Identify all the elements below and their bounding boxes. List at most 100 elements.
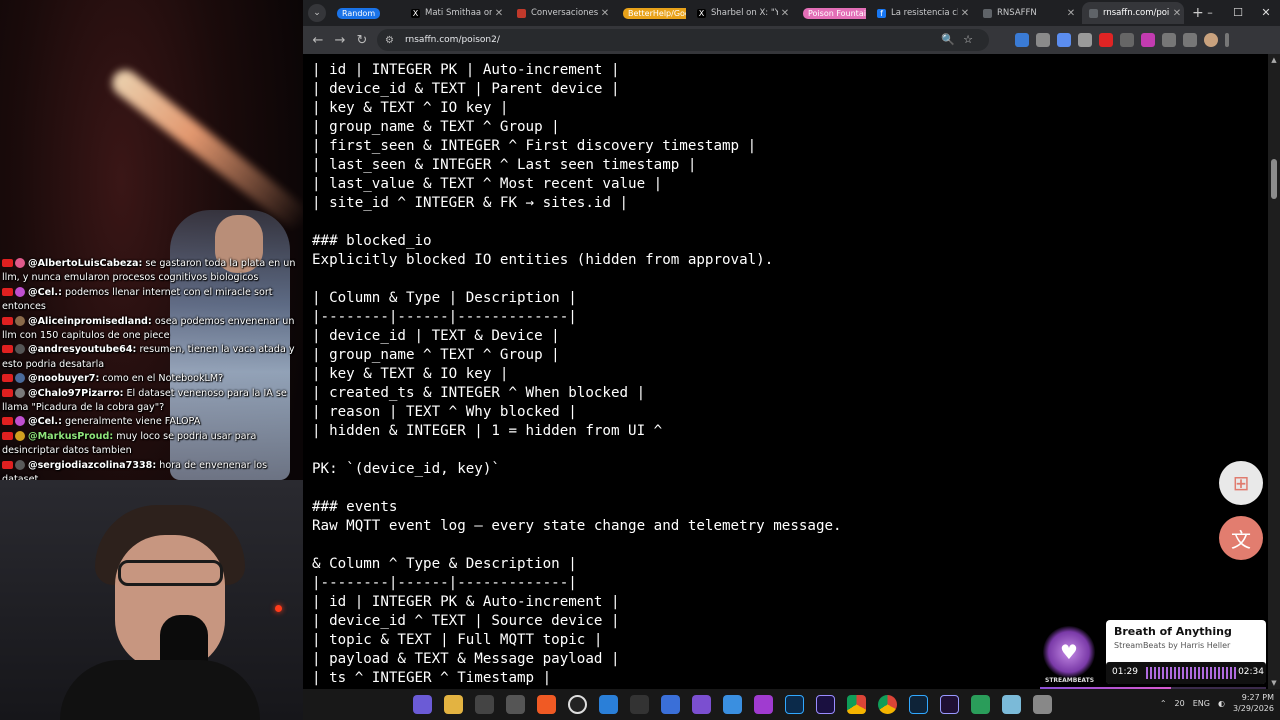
- brave-icon[interactable]: [537, 695, 556, 714]
- text-line: |--------|------|-------------|: [312, 575, 577, 591]
- forward-arrow-icon[interactable]: →: [329, 33, 351, 48]
- close-tab-icon[interactable]: ✕: [598, 8, 612, 19]
- avatar: [15, 430, 25, 441]
- tab-4[interactable]: X Sharbel on X: "Y ✕: [690, 2, 792, 24]
- globe-icon: [983, 8, 992, 18]
- page-content: | id | INTEGER PK | Auto-increment | | de…: [303, 54, 1280, 689]
- back-arrow-icon[interactable]: ←: [307, 33, 329, 48]
- chat-username: @AlbertoLuisCabeza:: [28, 258, 143, 269]
- chat-message: @Aliceinpromisedland: osea podemos enven…: [0, 315, 303, 344]
- chrome-icon[interactable]: [878, 695, 897, 714]
- tab-0[interactable]: Random: [330, 2, 400, 24]
- chat-text: generalmente viene FALOPA: [64, 416, 201, 428]
- chat-username: @MarkusProud:: [28, 430, 114, 442]
- close-tab-icon[interactable]: ✕: [958, 8, 972, 19]
- text-line: [312, 213, 1272, 232]
- sidepanel-icon[interactable]: [1183, 33, 1197, 47]
- tab-6[interactable]: f La resistencia cl ✕: [870, 2, 972, 24]
- close-tab-icon[interactable]: ✕: [1064, 8, 1078, 19]
- app-icon[interactable]: [723, 695, 742, 714]
- scroll-down-icon[interactable]: ▼: [1270, 679, 1278, 687]
- photoshop-icon[interactable]: [785, 695, 804, 714]
- avatar: [15, 344, 25, 355]
- tab-1[interactable]: X Mati Smithaa on ✕: [404, 2, 506, 24]
- premiere-icon[interactable]: [940, 695, 959, 714]
- chat-message: @AlbertoLuisCabeza: se gastaron toda la …: [0, 257, 303, 286]
- app-icon[interactable]: [754, 695, 773, 714]
- tab-group-label[interactable]: Poison Fountain: [803, 7, 866, 19]
- tab-5[interactable]: Poison Fountain: [796, 2, 866, 24]
- bookmark-star-icon[interactable]: ☆: [963, 33, 981, 46]
- youtube-icon: [2, 388, 13, 397]
- file-explorer-icon[interactable]: [444, 695, 463, 714]
- puzzle-icon[interactable]: [1162, 33, 1176, 47]
- text-line: | group_name ^ TEXT ^ Group |: [312, 347, 560, 363]
- app-icon[interactable]: [661, 695, 680, 714]
- text-line: Explicitly blocked IO entities (hidden f…: [312, 252, 774, 268]
- chrome-icon[interactable]: [847, 695, 866, 714]
- extension-icon[interactable]: [1015, 33, 1029, 47]
- song-artist: StreamBeats by Harris Heller: [1114, 641, 1231, 650]
- extension-icon[interactable]: [1057, 33, 1071, 47]
- menu-dots-icon[interactable]: [1225, 33, 1229, 47]
- app-icon[interactable]: [630, 695, 649, 714]
- lightroom-icon[interactable]: [909, 695, 928, 714]
- tab-group-label[interactable]: BetterHelp/Google cl: [623, 7, 686, 19]
- total-time: 02:34: [1238, 667, 1264, 677]
- zoom-icon[interactable]: 🔍: [941, 33, 963, 46]
- obs-icon[interactable]: [568, 695, 587, 714]
- system-tray: ⌃ 20 ENG ◐ 9:27 PM 3/29/2026: [1160, 692, 1274, 714]
- chat-message: @andresyoutube64: resumen, tienen la vac…: [0, 343, 303, 372]
- tab-2[interactable]: Conversaciones ✕: [510, 2, 612, 24]
- after-effects-icon[interactable]: [816, 695, 835, 714]
- tab-7[interactable]: RNSAFFN ✕: [976, 2, 1078, 24]
- tab-3[interactable]: BetterHelp/Google cl: [616, 2, 686, 24]
- extension-icon[interactable]: [1099, 33, 1113, 47]
- address-bar[interactable]: ⚙ rnsaffn.com/poison2/ 🔍☆: [377, 29, 989, 51]
- terminal-icon[interactable]: [475, 695, 494, 714]
- visual-studio-icon[interactable]: [692, 695, 711, 714]
- extension-icon[interactable]: [1120, 33, 1134, 47]
- tab-8[interactable]: rnsaffn.com/poi ✕: [1082, 2, 1184, 24]
- extension-icon[interactable]: [1078, 33, 1092, 47]
- vscode-icon[interactable]: [599, 695, 618, 714]
- language-indicator[interactable]: ENG: [1193, 699, 1210, 708]
- app-icon[interactable]: [506, 695, 525, 714]
- scrollbar[interactable]: ▲ ▼: [1268, 54, 1280, 689]
- app-icon[interactable]: [1033, 695, 1052, 714]
- profile-avatar[interactable]: [1204, 33, 1218, 47]
- close-tab-icon[interactable]: ✕: [778, 8, 792, 19]
- extension-icon[interactable]: [1141, 33, 1155, 47]
- text-line: |--------|------|-------------|: [312, 309, 577, 325]
- translate-widget-icon[interactable]: 文: [1219, 516, 1263, 560]
- browser-toolbar: ← → ↻ ⚙ rnsaffn.com/poison2/ 🔍☆: [303, 26, 1280, 54]
- clock[interactable]: 9:27 PM 3/29/2026: [1233, 692, 1274, 714]
- text-line: | hidden & INTEGER | 1 = hidden from UI …: [312, 423, 663, 439]
- tray-chevron-icon[interactable]: ⌃: [1160, 699, 1167, 708]
- spotlight-graphic: [106, 64, 303, 234]
- url-text[interactable]: rnsaffn.com/poison2/: [405, 35, 500, 45]
- minimize-icon[interactable]: –: [1196, 0, 1224, 26]
- close-tab-icon[interactable]: ✕: [1170, 8, 1184, 19]
- maximize-icon[interactable]: ☐: [1224, 0, 1252, 26]
- vscode-purple-icon[interactable]: [413, 695, 432, 714]
- reload-icon[interactable]: ↻: [351, 33, 373, 48]
- network-icon[interactable]: ◐: [1218, 699, 1225, 708]
- clock-time: 9:27 PM: [1241, 693, 1274, 702]
- app-icon[interactable]: [971, 695, 990, 714]
- close-window-icon[interactable]: ✕: [1252, 0, 1280, 26]
- scroll-up-icon[interactable]: ▲: [1270, 56, 1278, 64]
- text-line: | site_id ^ INTEGER & FK → sites.id |: [312, 195, 629, 211]
- app-icon[interactable]: [1002, 695, 1021, 714]
- streambeats-brand: STREAMBEATS: [1045, 677, 1095, 684]
- live-chat: @AlbertoLuisCabeza: se gastaron toda la …: [0, 257, 303, 488]
- grid-widget-icon[interactable]: ⊞: [1219, 461, 1263, 505]
- facebook-icon: f: [877, 8, 886, 18]
- tab-search-chevron-icon[interactable]: ⌄: [308, 4, 326, 22]
- tab-group-label[interactable]: Random: [337, 7, 381, 19]
- extension-icon[interactable]: [1036, 33, 1050, 47]
- site-info-icon[interactable]: ⚙: [385, 35, 399, 46]
- youtube-icon: [2, 431, 13, 440]
- close-tab-icon[interactable]: ✕: [492, 8, 506, 19]
- scrollbar-thumb[interactable]: [1271, 159, 1277, 199]
